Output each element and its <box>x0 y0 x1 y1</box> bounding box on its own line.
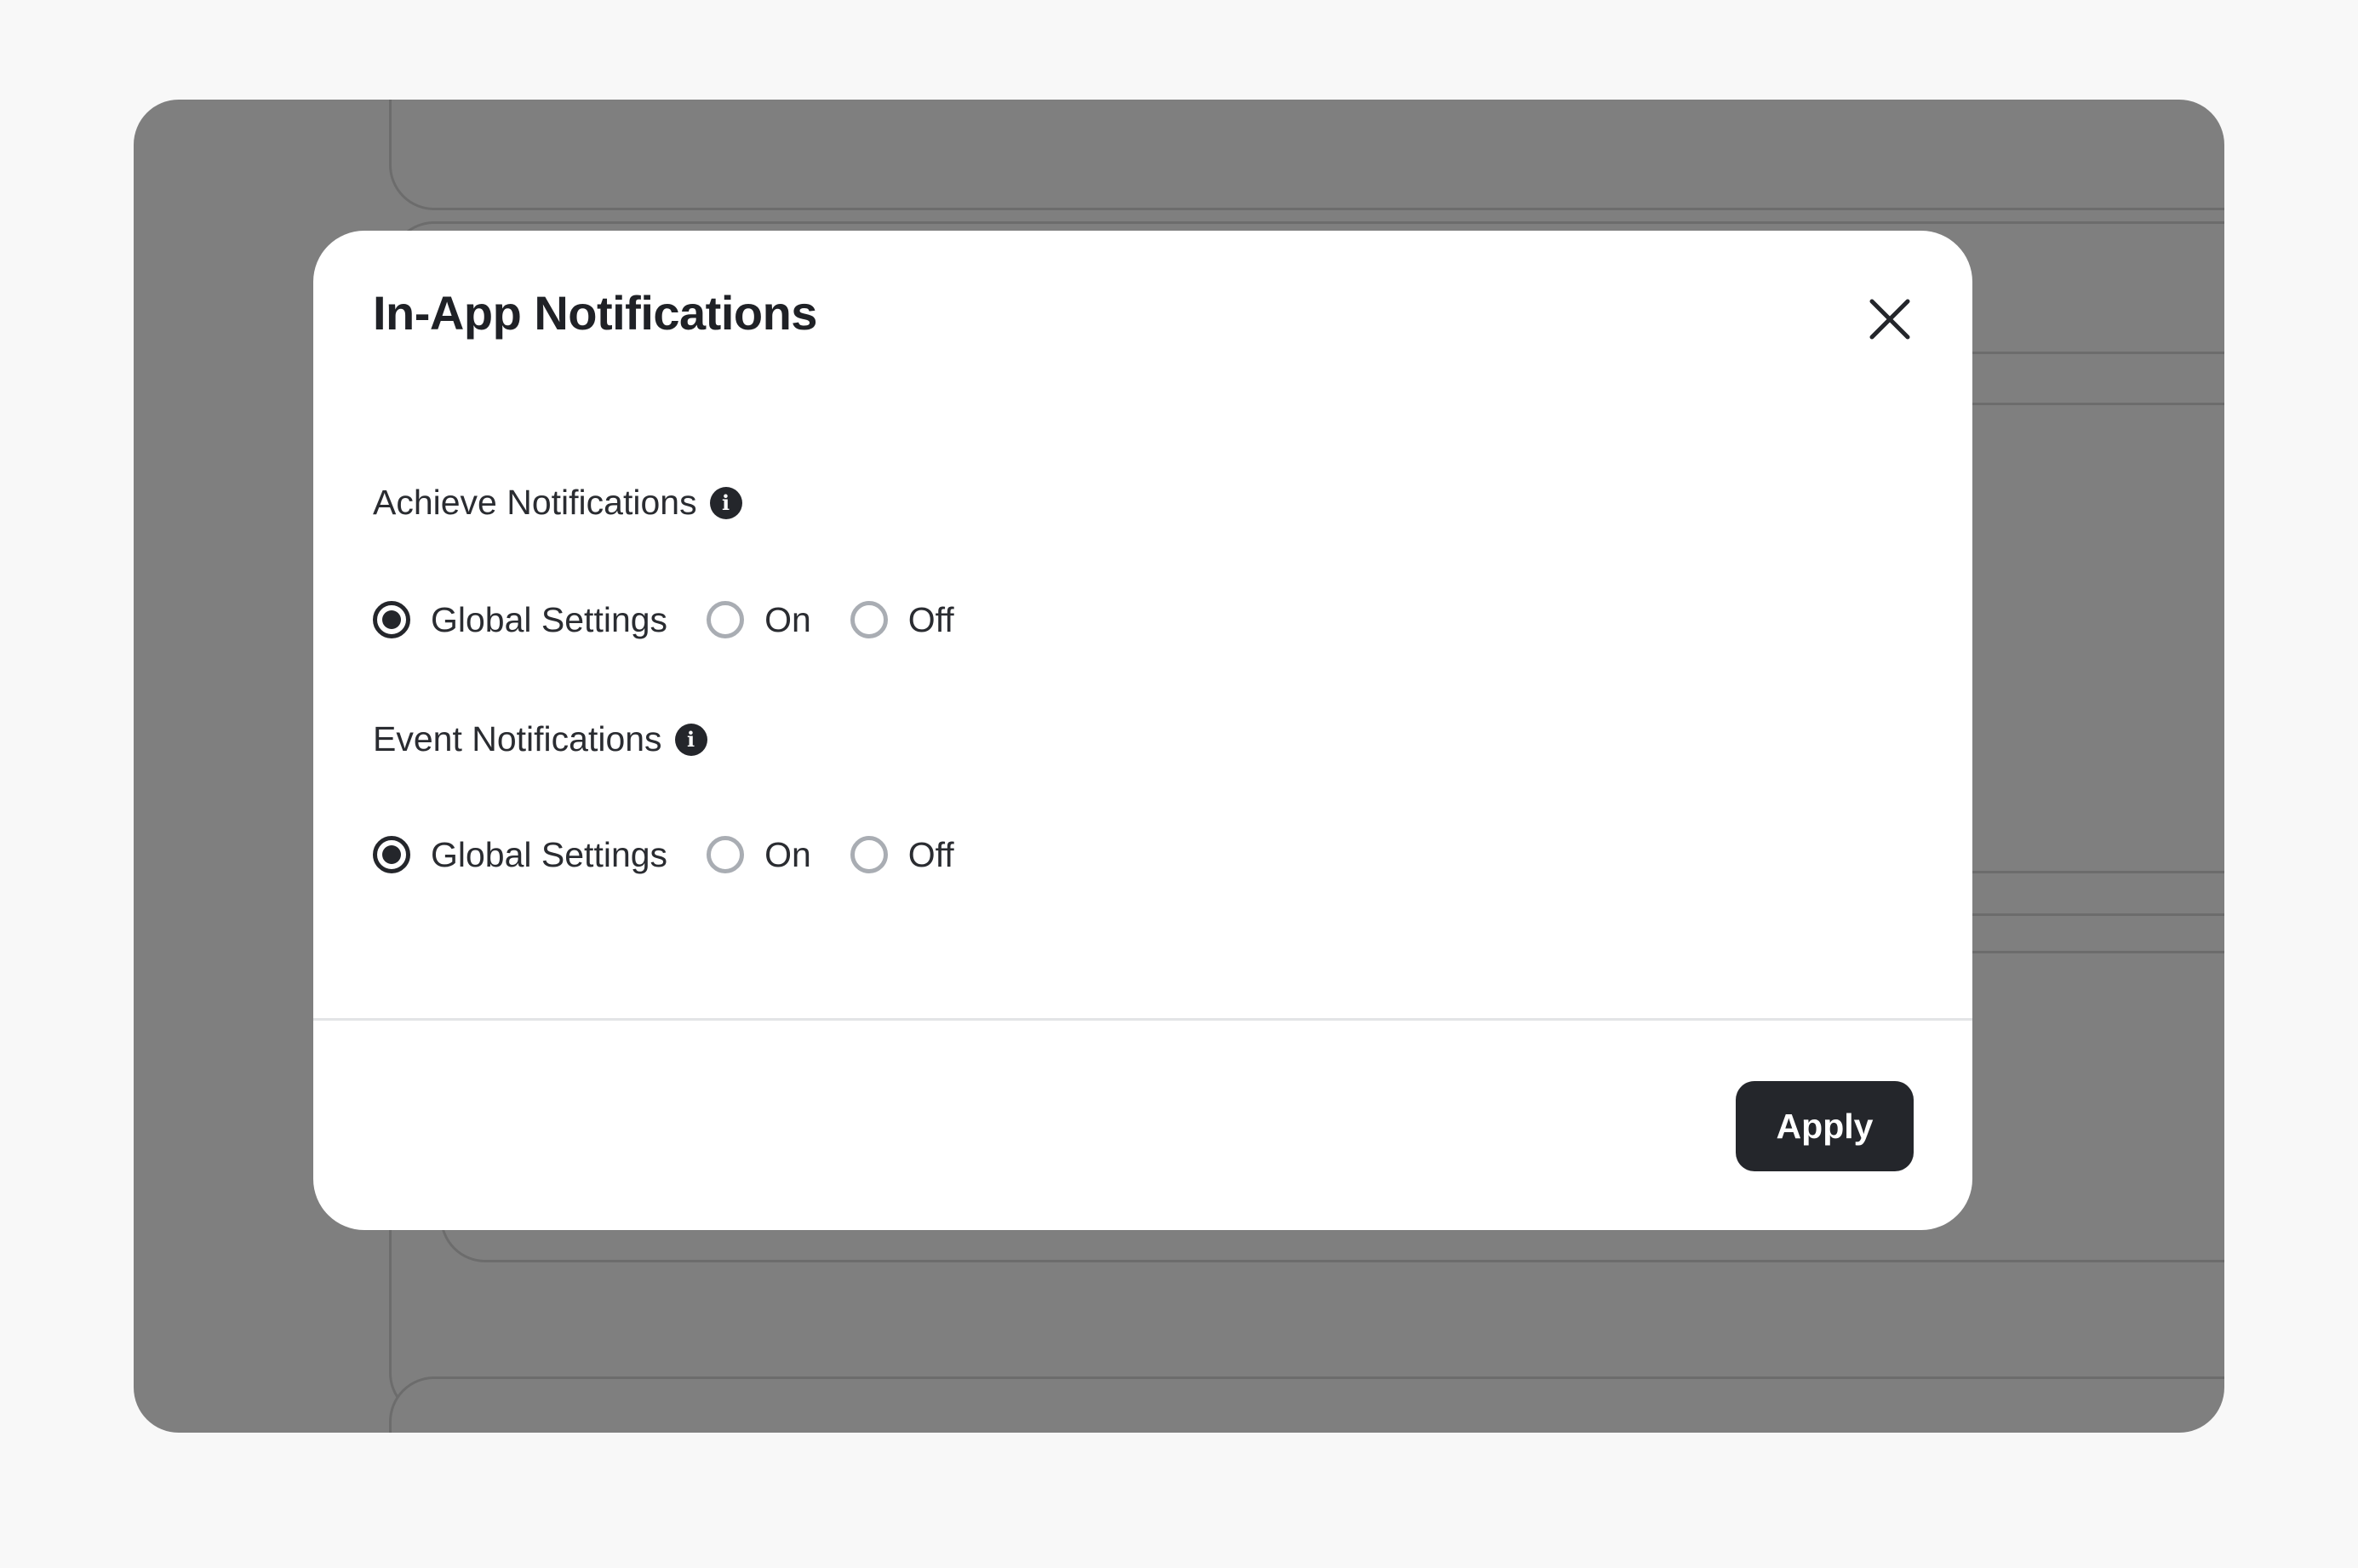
close-icon <box>1868 297 1912 341</box>
radio-label: Global Settings <box>431 599 668 639</box>
section-label-text: Event Notifications <box>373 719 662 758</box>
section-label-text: Achieve Notifications <box>373 483 697 522</box>
radio-label: Off <box>907 834 954 874</box>
achieve-radio-on[interactable]: On <box>707 600 811 640</box>
achieve-radio-off[interactable]: Off <box>850 600 954 640</box>
info-icon[interactable]: i <box>709 486 742 519</box>
radio-button[interactable] <box>850 601 888 638</box>
event-radio-on[interactable]: On <box>707 835 811 875</box>
achieve-radio-global-settings[interactable]: Global Settings <box>373 600 667 640</box>
modal-title: In-App Notifications <box>373 286 817 340</box>
radio-label: Off <box>907 599 954 639</box>
close-button[interactable] <box>1863 292 1917 346</box>
notifications-modal: In-App Notifications Achieve Notificatio… <box>313 231 1972 1230</box>
apply-button[interactable]: Apply <box>1736 1081 1914 1171</box>
radio-label: On <box>764 599 811 639</box>
radio-button[interactable] <box>850 836 888 873</box>
achieve-notifications-radio-group: Global Settings On Off <box>373 596 954 644</box>
event-radio-off[interactable]: Off <box>850 835 954 875</box>
radio-label: On <box>764 834 811 874</box>
event-radio-global-settings[interactable]: Global Settings <box>373 835 667 875</box>
radio-button[interactable] <box>707 601 745 638</box>
radio-button-selected[interactable] <box>373 601 410 638</box>
event-notifications-label: Event Notifications i <box>373 719 707 759</box>
radio-label: Global Settings <box>431 834 668 874</box>
radio-button[interactable] <box>707 836 745 873</box>
event-notifications-radio-group: Global Settings On Off <box>373 831 954 878</box>
radio-button-selected[interactable] <box>373 836 410 873</box>
modal-footer-divider <box>313 1018 1972 1021</box>
info-icon[interactable]: i <box>674 723 707 756</box>
achieve-notifications-label: Achieve Notifications i <box>373 483 742 523</box>
